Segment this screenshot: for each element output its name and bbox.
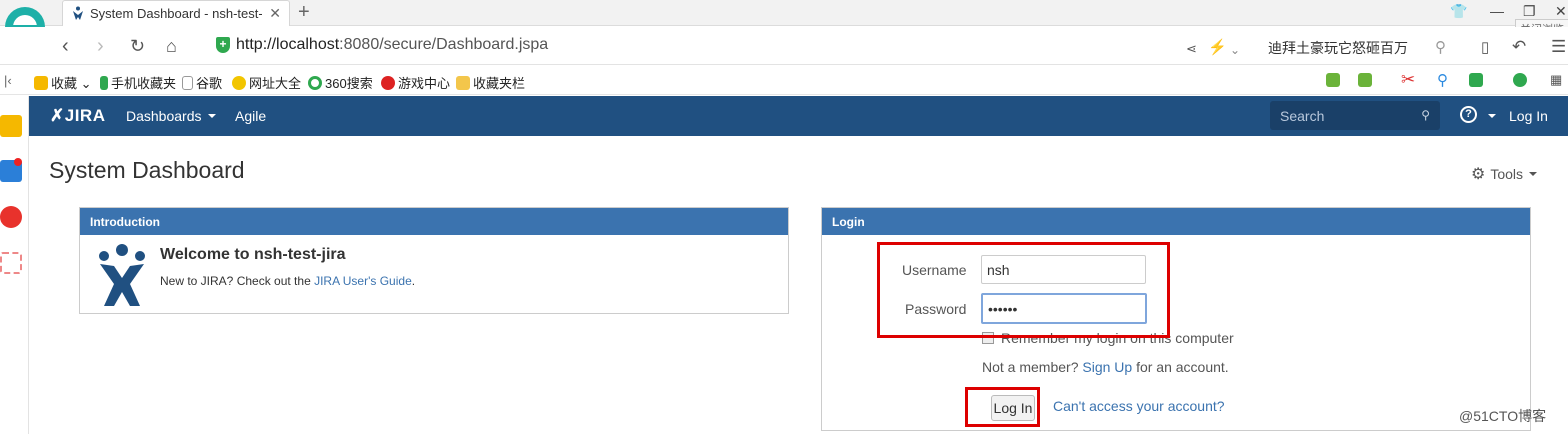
browser-tab-bar: System Dashboard - nsh-test- ✕ + 👕 — ❐ ✕ xyxy=(0,0,1568,26)
tools-label: Tools xyxy=(1490,166,1524,182)
home-icon[interactable]: ⌂ xyxy=(166,36,177,56)
login-button-highlight xyxy=(965,387,1040,427)
credentials-highlight xyxy=(877,242,1170,338)
undo-icon[interactable]: ↶ xyxy=(1512,37,1526,57)
favorites-side-icon[interactable] xyxy=(0,115,22,137)
wallet-icon[interactable] xyxy=(1513,73,1527,87)
nav-dashboards[interactable]: Dashboards xyxy=(126,108,216,124)
watermark: @51CTO博客 xyxy=(1459,408,1547,424)
maximize-icon[interactable]: ❐ xyxy=(1523,3,1536,20)
notification-dot xyxy=(14,158,22,166)
mobile-icon[interactable]: ▯ xyxy=(1481,38,1489,58)
find-icon[interactable]: ⚲ xyxy=(1437,71,1448,89)
signup-text: Not a member? Sign Up for an account. xyxy=(982,359,1229,375)
jira-header: ✗JIRA Dashboards Agile ⚲ ? Log In xyxy=(29,96,1568,136)
nav-dashboards-label: Dashboards xyxy=(126,108,202,124)
share-icon[interactable]: ⋖ xyxy=(1186,39,1197,59)
chevron-down-icon xyxy=(207,114,216,118)
game-icon xyxy=(381,76,395,90)
bookmark-label: 收藏 xyxy=(51,76,78,91)
jira-favicon-icon xyxy=(73,6,83,20)
page-title: System Dashboard xyxy=(49,157,245,183)
reload-icon[interactable]: ↻ xyxy=(130,36,145,56)
more-icon[interactable]: ▦ xyxy=(1550,72,1562,88)
back-icon[interactable]: ‹ xyxy=(62,36,69,56)
url-host: http://localhost xyxy=(236,36,340,53)
reader-icon[interactable] xyxy=(1326,73,1340,87)
new-tab-button[interactable]: + xyxy=(298,1,310,24)
bookmark-label: 收藏夹栏 xyxy=(473,76,526,91)
skin-icon[interactable]: 👕 xyxy=(1450,3,1467,20)
minimize-icon[interactable]: — xyxy=(1490,3,1504,19)
introduction-gadget: Introduction Welcome to nsh-test-jira Ne… xyxy=(79,207,789,314)
weibo-side-icon[interactable] xyxy=(0,206,22,228)
browser-side-strip xyxy=(0,96,29,434)
security-shield-icon: + xyxy=(216,37,230,53)
search-icon[interactable]: ⚲ xyxy=(1421,108,1430,122)
bookmark-label: 网址大全 xyxy=(249,76,302,91)
page-icon xyxy=(182,76,193,90)
speed-mode-icon[interactable]: ⚡ xyxy=(1208,38,1227,58)
url-path: :8080/secure/Dashboard.jspa xyxy=(339,36,549,53)
browser-nav-bar: ‹ › ↻ ⌂ + http://localhost:8080/secure/D… xyxy=(0,27,1568,65)
menu-icon[interactable]: ☰ xyxy=(1551,37,1566,57)
bookmark-label: 游戏中心 xyxy=(398,76,451,91)
bookmark-directory[interactable]: 网址大全 xyxy=(232,73,301,92)
forward-icon[interactable]: › xyxy=(97,36,104,56)
screenshot-icon[interactable]: ✂ xyxy=(1401,70,1415,90)
help-chevron-down-icon[interactable] xyxy=(1488,114,1496,118)
user-guide-link[interactable]: JIRA User's Guide xyxy=(314,274,412,288)
bookmark-bar: |‹ 收藏 ⌄ 手机收藏夹 谷歌 网址大全 360搜索 游戏中心 收藏夹栏 ✂ … xyxy=(0,66,1568,95)
tools-dropdown[interactable]: ⚙ Tools xyxy=(1471,164,1538,184)
bookmark-games[interactable]: 游戏中心 xyxy=(381,73,450,92)
bookmark-label: 360搜索 xyxy=(325,76,373,91)
translate-icon[interactable] xyxy=(1358,73,1372,87)
browser-search-icon[interactable]: ⚲ xyxy=(1435,38,1446,58)
period-text: . xyxy=(411,274,416,288)
mail-side-icon[interactable] xyxy=(0,252,22,274)
new-to-label: New to JIRA? Check out the xyxy=(160,274,315,288)
folder-icon xyxy=(456,76,470,90)
jira-logo-text: JIRA xyxy=(64,106,106,125)
close-tab-icon[interactable]: ✕ xyxy=(269,5,281,22)
collapse-sidebar-icon[interactable]: |‹ xyxy=(4,73,12,88)
login-header: Login xyxy=(822,208,1530,235)
chevron-down-icon xyxy=(1529,172,1538,176)
jira-logo[interactable]: ✗JIRA xyxy=(50,106,105,126)
phone-icon xyxy=(100,76,108,90)
help-icon[interactable]: ? xyxy=(1460,106,1477,123)
browser-search-suggestion[interactable]: 迪拜土豪玩它怒砸百万 xyxy=(1268,38,1408,58)
bookmark-favorites[interactable]: 收藏 ⌄ xyxy=(34,73,92,92)
header-login-link[interactable]: Log In xyxy=(1509,108,1548,124)
signup-link[interactable]: Sign Up xyxy=(1082,359,1132,375)
close-window-icon[interactable]: ✕ xyxy=(1555,3,1567,20)
mode-dropdown-icon[interactable]: ⌄ xyxy=(1230,40,1240,60)
tab-title: System Dashboard - nsh-test- xyxy=(90,6,262,21)
bookmark-360search[interactable]: 360搜索 xyxy=(308,73,373,92)
bookmark-folder[interactable]: 收藏夹栏 xyxy=(456,73,525,92)
search-360-icon xyxy=(308,76,322,90)
directory-icon xyxy=(232,76,246,90)
star-icon xyxy=(34,76,48,90)
jira-mascot-icon xyxy=(99,244,145,306)
bookmark-mobile[interactable]: 手机收藏夹 xyxy=(100,73,176,92)
introduction-header: Introduction xyxy=(80,208,788,235)
cant-access-link[interactable]: Can't access your account? xyxy=(1053,398,1225,414)
new-to-jira-text: New to JIRA? Check out the JIRA User's G… xyxy=(160,274,415,288)
browser-tab[interactable]: System Dashboard - nsh-test- ✕ xyxy=(62,0,290,26)
nav-agile[interactable]: Agile xyxy=(235,108,266,124)
bookmark-label: 谷歌 xyxy=(196,76,223,91)
address-bar[interactable]: http://localhost:8080/secure/Dashboard.j… xyxy=(236,36,548,54)
not-member-label: Not a member? xyxy=(982,359,1083,375)
gear-icon: ⚙ xyxy=(1471,166,1486,183)
welcome-heading: Welcome to nsh-test-jira xyxy=(160,246,346,263)
bookmark-label: 手机收藏夹 xyxy=(111,76,177,91)
bookmark-google[interactable]: 谷歌 xyxy=(182,73,222,92)
jira-search-input[interactable] xyxy=(1270,101,1440,130)
gamepad-icon[interactable] xyxy=(1469,73,1483,87)
for-account-label: for an account. xyxy=(1132,359,1229,375)
jira-search-box: ⚲ xyxy=(1270,101,1440,130)
